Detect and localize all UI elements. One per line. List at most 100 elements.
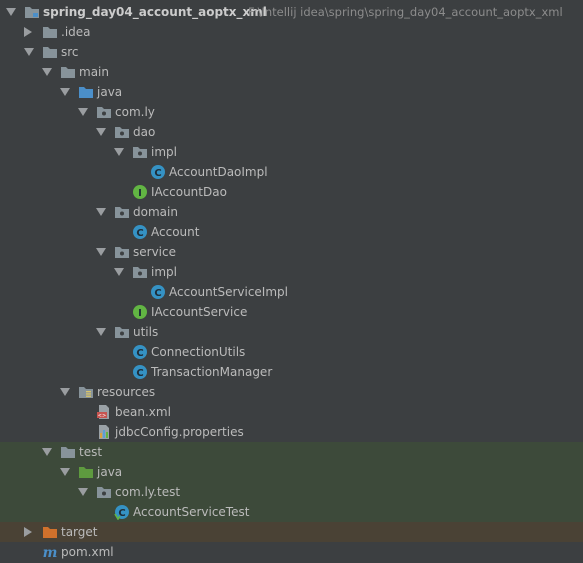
properties-file-icon bbox=[99, 425, 109, 439]
expand-arrow-icon[interactable] bbox=[6, 8, 16, 16]
tree-row[interactable]: service bbox=[0, 242, 583, 262]
excluded-folder-icon bbox=[43, 527, 57, 538]
svg-text:C: C bbox=[136, 368, 143, 379]
tree-row[interactable]: .idea bbox=[0, 22, 583, 42]
package-icon bbox=[115, 327, 129, 338]
expand-arrow-icon[interactable] bbox=[78, 108, 88, 116]
class-icon: C bbox=[133, 365, 147, 379]
tree-item-label: impl bbox=[151, 265, 177, 279]
project-name: spring_day04_account_aoptx_xml bbox=[43, 5, 267, 19]
svg-text:<>: <> bbox=[98, 413, 106, 419]
expand-arrow-icon[interactable] bbox=[24, 48, 34, 56]
class-icon: C bbox=[133, 345, 147, 359]
tree-item-label: TransactionManager bbox=[151, 365, 273, 379]
tree-item-label: test bbox=[79, 445, 103, 459]
tree-row[interactable]: com.ly bbox=[0, 102, 583, 122]
tree-item-label: java bbox=[97, 465, 123, 479]
project-path: F:\Intellij idea\spring\spring_day04_acc… bbox=[248, 5, 563, 19]
test-source-folder-icon bbox=[79, 467, 93, 478]
resources-folder-icon bbox=[79, 387, 93, 398]
tree-row[interactable]: java bbox=[0, 82, 583, 102]
expand-arrow-icon[interactable] bbox=[114, 148, 124, 156]
tree-row[interactable]: C AccountDaoImpl bbox=[0, 162, 583, 182]
tree-row[interactable]: I IAccountDao bbox=[0, 182, 583, 202]
folder-icon bbox=[61, 447, 75, 458]
expand-arrow-icon[interactable] bbox=[42, 68, 52, 76]
expand-arrow-icon[interactable] bbox=[114, 268, 124, 276]
tree-item-label: AccountDaoImpl bbox=[169, 165, 268, 179]
tree-item-label: dao bbox=[133, 125, 156, 139]
source-folder-icon bbox=[79, 87, 93, 98]
tree-row[interactable]: test bbox=[0, 442, 583, 462]
tree-row[interactable]: resources bbox=[0, 382, 583, 402]
folder-icon bbox=[43, 27, 57, 38]
svg-text:C: C bbox=[154, 288, 161, 299]
expand-arrow-icon[interactable] bbox=[60, 88, 70, 96]
class-icon: C bbox=[151, 165, 165, 179]
tree-row-project-root[interactable]: spring_day04_account_aoptx_xml F:\Intell… bbox=[0, 2, 583, 22]
tree-row[interactable]: C AccountServiceImpl bbox=[0, 282, 583, 302]
package-icon bbox=[133, 147, 147, 158]
tree-item-label: utils bbox=[133, 325, 159, 339]
tree-row[interactable]: m pom.xml bbox=[0, 542, 583, 562]
tree-row[interactable]: I IAccountService bbox=[0, 302, 583, 322]
expand-arrow-icon[interactable] bbox=[96, 128, 106, 136]
tree-row[interactable]: impl bbox=[0, 262, 583, 282]
package-icon bbox=[97, 107, 111, 118]
expand-arrow-icon[interactable] bbox=[96, 248, 106, 256]
tree-item-label: java bbox=[97, 85, 123, 99]
tree-row[interactable]: target bbox=[0, 522, 583, 542]
package-icon bbox=[97, 487, 111, 498]
svg-text:C: C bbox=[136, 348, 143, 359]
module-folder-icon bbox=[25, 7, 39, 18]
tree-item-label: pom.xml bbox=[61, 545, 114, 559]
package-icon bbox=[115, 207, 129, 218]
expand-arrow-icon[interactable] bbox=[42, 448, 52, 456]
tree-row[interactable]: com.ly.test bbox=[0, 482, 583, 502]
tree-item-label: AccountServiceImpl bbox=[169, 285, 288, 299]
expand-arrow-icon[interactable] bbox=[96, 208, 106, 216]
tree-row[interactable]: main bbox=[0, 62, 583, 82]
tree-item-label: com.ly bbox=[115, 105, 155, 119]
tree-item-label: main bbox=[79, 65, 109, 79]
interface-icon: I bbox=[133, 305, 147, 319]
tree-row[interactable]: java bbox=[0, 462, 583, 482]
expand-arrow-icon[interactable] bbox=[60, 468, 70, 476]
tree-row[interactable]: utils bbox=[0, 322, 583, 342]
tree-item-label: domain bbox=[133, 205, 178, 219]
class-icon: C bbox=[151, 285, 165, 299]
project-tree: spring_day04_account_aoptx_xml F:\Intell… bbox=[0, 0, 583, 563]
expand-arrow-icon[interactable] bbox=[60, 388, 70, 396]
tree-item-label: resources bbox=[97, 385, 156, 399]
tree-item-label: .idea bbox=[61, 25, 91, 39]
tree-row[interactable]: C AccountServiceTest bbox=[0, 502, 583, 522]
tree-row[interactable]: jdbcConfig.properties bbox=[0, 422, 583, 442]
tree-row[interactable]: C TransactionManager bbox=[0, 362, 583, 382]
svg-text:I: I bbox=[138, 308, 142, 319]
tree-row[interactable]: impl bbox=[0, 142, 583, 162]
tree-item-label: impl bbox=[151, 145, 177, 159]
collapse-arrow-icon[interactable] bbox=[24, 27, 32, 37]
expand-arrow-icon[interactable] bbox=[96, 328, 106, 336]
tree-item-label: jdbcConfig.properties bbox=[115, 425, 244, 439]
tree-row[interactable]: C ConnectionUtils bbox=[0, 342, 583, 362]
tree-item-label: ConnectionUtils bbox=[151, 345, 246, 359]
package-icon bbox=[115, 127, 129, 138]
tree-item-label: target bbox=[61, 525, 98, 539]
maven-pom-icon: m bbox=[43, 545, 58, 560]
folder-icon bbox=[43, 47, 57, 58]
tree-row[interactable]: domain bbox=[0, 202, 583, 222]
tree-item-label: com.ly.test bbox=[115, 485, 181, 499]
tree-item-label: src bbox=[61, 45, 79, 59]
tree-row[interactable]: C Account bbox=[0, 222, 583, 242]
tree-row[interactable]: <> bean.xml bbox=[0, 402, 583, 422]
tree-item-label: AccountServiceTest bbox=[133, 505, 250, 519]
collapse-arrow-icon[interactable] bbox=[24, 527, 32, 537]
tree-row[interactable]: src bbox=[0, 42, 583, 62]
interface-icon: I bbox=[133, 185, 147, 199]
expand-arrow-icon[interactable] bbox=[78, 488, 88, 496]
folder-icon bbox=[61, 67, 75, 78]
xml-file-icon: <> bbox=[97, 405, 109, 419]
tree-row[interactable]: dao bbox=[0, 122, 583, 142]
tree-item-label: service bbox=[133, 245, 176, 259]
